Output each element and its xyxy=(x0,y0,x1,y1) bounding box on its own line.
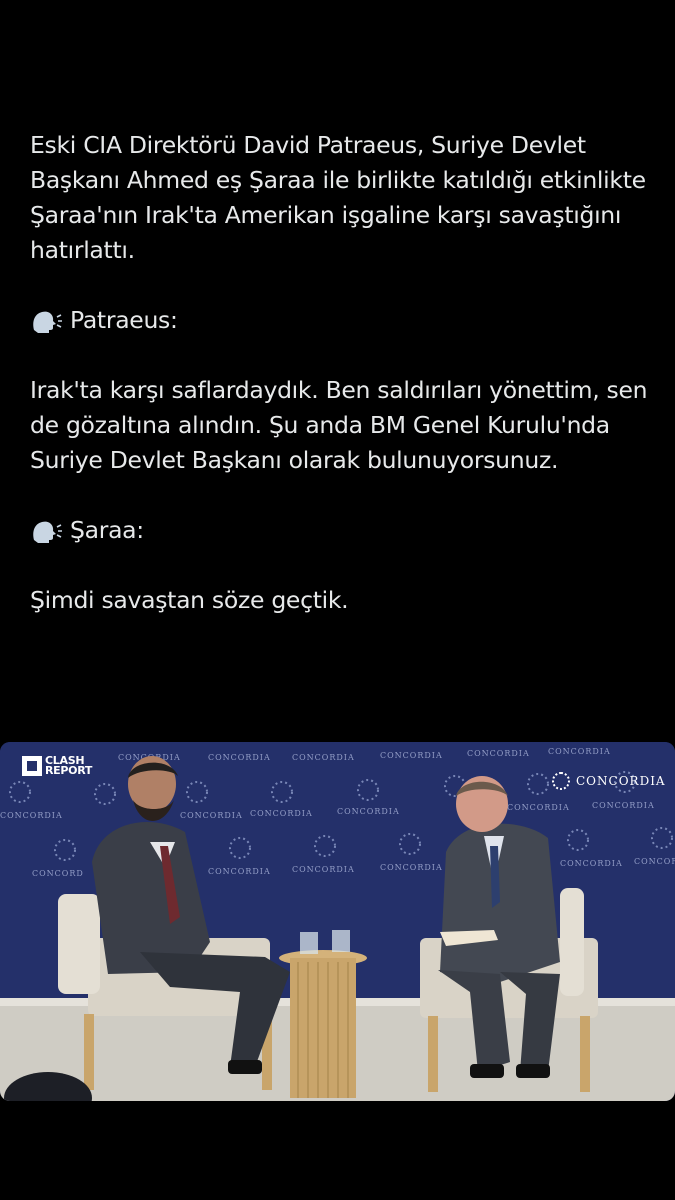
concordia-logo: CONCORDIA xyxy=(552,772,666,790)
svg-text:CONCORDIA: CONCORDIA xyxy=(507,803,570,812)
post-text: Eski CIA Direktörü David Patraeus, Suriy… xyxy=(30,128,660,618)
post-video-frame[interactable]: CONCORDIA CONCORDIA CONCORDIA CONCORDIA CON… xyxy=(0,742,675,1101)
speaking-head-icon xyxy=(30,518,64,544)
stage-scene: CONCORDIA CONCORDIA CONCORDIA CONCORDIA CON… xyxy=(0,742,675,1101)
svg-text:CONCORDIA: CONCORDIA xyxy=(292,753,355,762)
post-paragraph: Eski CIA Direktörü David Patraeus, Suriy… xyxy=(30,131,646,264)
svg-text:CONCORD: CONCORD xyxy=(32,869,84,878)
svg-text:CONCORDIA: CONCORDIA xyxy=(250,809,313,818)
watermark-line: REPORT xyxy=(45,764,93,777)
svg-text:CONCORDIA: CONCORDIA xyxy=(0,811,63,820)
speaker-name: Patraeus: xyxy=(70,306,178,334)
svg-text:CONCORDIA: CONCORDIA xyxy=(380,751,443,760)
speaker-quote: Irak'ta karşı saflardaydık. Ben saldırıl… xyxy=(30,376,648,474)
speaker-name: Şaraa: xyxy=(70,516,144,544)
svg-text:CONCORDIA: CONCORDIA xyxy=(560,859,623,868)
svg-text:CONCORDIA: CONCORDIA xyxy=(548,747,611,756)
svg-text:CONCORDIA: CONCORDIA xyxy=(208,753,271,762)
clash-report-watermark: CLASH REPORT xyxy=(22,755,93,777)
clash-report-logo-icon xyxy=(22,756,42,776)
svg-text:CONCORDIA: CONCORDIA xyxy=(180,811,243,820)
concordia-ring-icon xyxy=(552,772,570,790)
speaking-head-icon xyxy=(30,308,64,334)
backdrop-brand: CONCORDIA xyxy=(576,774,666,788)
svg-text:CONCORDIA: CONCORDIA xyxy=(467,749,530,758)
speaker-line-patraeus: Patraeus: xyxy=(30,303,660,338)
svg-text:CONCORDIA: CONCORDIA xyxy=(634,857,675,866)
speaker-quote: Şimdi savaştan söze geçtik. xyxy=(30,586,349,614)
speaker-line-saraa: Şaraa: xyxy=(30,513,660,548)
svg-text:CONCORDIA: CONCORDIA xyxy=(208,867,271,876)
svg-text:CONCORDIA: CONCORDIA xyxy=(592,801,655,810)
svg-text:CONCORDIA: CONCORDIA xyxy=(337,807,400,816)
svg-text:CONCORDIA: CONCORDIA xyxy=(292,865,355,874)
svg-text:CONCORDIA: CONCORDIA xyxy=(380,863,443,872)
